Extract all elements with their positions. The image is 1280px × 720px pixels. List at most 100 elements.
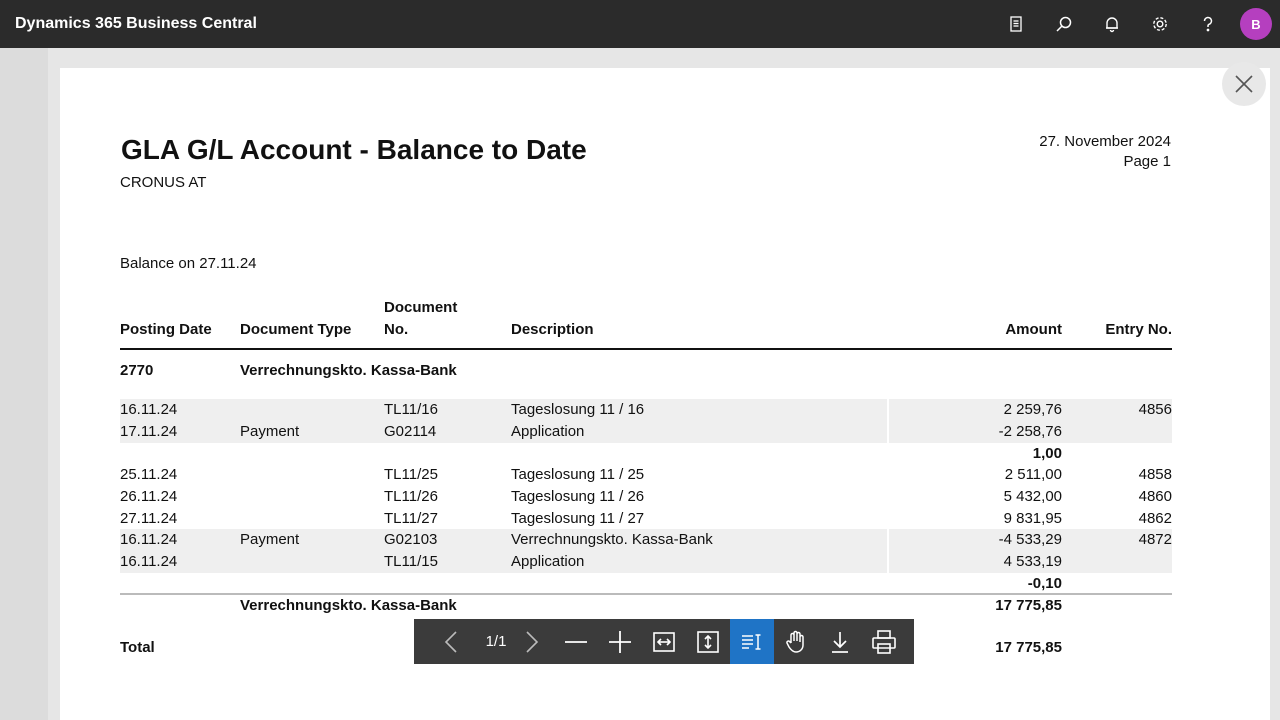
entry-no: 4862 bbox=[1138, 510, 1172, 527]
header-entry-no: Entry No. bbox=[1105, 321, 1172, 338]
row-divider bbox=[887, 529, 889, 551]
table-row: 16.11.24 TL11/15 Application 4 533,19 bbox=[120, 551, 1172, 573]
search-icon[interactable] bbox=[1040, 0, 1088, 48]
document-no: G02103 bbox=[384, 531, 438, 548]
account-total-amount: 17 775,85 bbox=[995, 597, 1062, 614]
entry-no: 4860 bbox=[1138, 488, 1172, 505]
app-title[interactable]: Dynamics 365 Business Central bbox=[15, 15, 257, 33]
document-no: G02114 bbox=[384, 423, 437, 440]
entry-no: 4858 bbox=[1138, 466, 1172, 483]
hand-tool-button[interactable] bbox=[774, 619, 818, 664]
header-divider bbox=[120, 348, 1172, 350]
description: Tageslosung 11 / 16 bbox=[511, 401, 645, 418]
table-row: 17.11.24 Payment G02114 Application -2 2… bbox=[120, 421, 1172, 443]
page-number: Page 1 bbox=[1123, 153, 1171, 170]
description: Verrechnungskto. Kassa-Bank bbox=[511, 531, 713, 548]
subtotal-amount: 1,00 bbox=[1032, 445, 1062, 462]
amount: 5 432,00 bbox=[1003, 488, 1062, 505]
previous-page-button[interactable] bbox=[428, 619, 476, 664]
bell-icon[interactable] bbox=[1088, 0, 1136, 48]
account-total-row: Verrechnungskto. Kassa-Bank 17 775,85 bbox=[120, 595, 1172, 617]
fit-page-button[interactable] bbox=[686, 619, 730, 664]
document-no: TL11/26 bbox=[384, 488, 438, 505]
document-no: TL11/16 bbox=[384, 401, 438, 418]
zoom-out-button[interactable] bbox=[554, 619, 598, 664]
posting-date: 25.11.24 bbox=[120, 466, 178, 483]
posting-date: 17.11.24 bbox=[120, 423, 178, 440]
row-divider bbox=[887, 421, 889, 443]
description: Tageslosung 11 / 26 bbox=[511, 488, 645, 505]
table-row: 16.11.24 Payment G02103 Verrechnungskto.… bbox=[120, 529, 1172, 551]
total-amount: 17 775,85 bbox=[995, 639, 1062, 656]
header-document-type: Document Type bbox=[240, 321, 352, 338]
posting-date: 27.11.24 bbox=[120, 510, 178, 527]
download-button[interactable] bbox=[818, 619, 862, 664]
pdf-toolbar: 1/1 bbox=[414, 619, 914, 664]
group-account-no: 2770 bbox=[120, 362, 154, 379]
document-no: TL11/25 bbox=[384, 466, 438, 483]
subtotal-row: 1,00 bbox=[120, 443, 1172, 465]
header-actions: B bbox=[992, 0, 1280, 48]
fit-width-button[interactable] bbox=[642, 619, 686, 664]
header-document-no-line2: No. bbox=[384, 321, 409, 338]
text-select-icon bbox=[742, 633, 761, 650]
chevron-right-icon bbox=[526, 630, 539, 653]
header-document-no: Document No. bbox=[384, 297, 457, 341]
fit-page-icon bbox=[697, 630, 719, 653]
amount: 2 259,76 bbox=[1003, 401, 1062, 418]
text-select-button[interactable] bbox=[730, 619, 774, 664]
document-no: TL11/27 bbox=[384, 510, 438, 527]
gear-icon[interactable] bbox=[1136, 0, 1184, 48]
amount: 4 533,19 bbox=[1003, 553, 1062, 570]
header-description: Description bbox=[511, 321, 594, 338]
header-document-no-line1: Document bbox=[384, 299, 458, 316]
document-no: TL11/15 bbox=[384, 553, 438, 570]
hand-icon bbox=[786, 630, 804, 653]
plus-icon bbox=[609, 630, 631, 653]
print-button[interactable] bbox=[862, 619, 906, 664]
document-type: Payment bbox=[240, 423, 300, 440]
company-name: CRONUS AT bbox=[120, 174, 207, 191]
amount: 9 831,95 bbox=[1003, 510, 1062, 527]
description: Application bbox=[511, 553, 585, 570]
total-label: Total bbox=[120, 639, 155, 656]
description: Application bbox=[511, 423, 585, 440]
report-icon[interactable] bbox=[992, 0, 1040, 48]
help-icon[interactable] bbox=[1184, 0, 1232, 48]
table-row: 25.11.24 TL11/25 Tageslosung 11 / 25 2 5… bbox=[120, 464, 1172, 486]
print-icon bbox=[872, 629, 896, 654]
document-type: Payment bbox=[240, 531, 300, 548]
row-divider bbox=[887, 551, 889, 573]
entry-no: 4872 bbox=[1138, 531, 1172, 548]
subtotal-row: -0,10 bbox=[120, 573, 1172, 595]
close-button[interactable] bbox=[1222, 62, 1266, 106]
row-divider bbox=[887, 399, 889, 421]
user-avatar[interactable]: B bbox=[1240, 8, 1272, 40]
chevron-left-icon bbox=[444, 630, 457, 653]
minus-icon bbox=[565, 640, 587, 643]
table-row: 16.11.24 TL11/16 Tageslosung 11 / 16 2 2… bbox=[120, 399, 1172, 421]
close-icon bbox=[1235, 75, 1253, 93]
posting-date: 16.11.24 bbox=[120, 401, 178, 418]
app-header: Dynamics 365 Business Central B bbox=[0, 0, 1280, 48]
report-title: GLA G/L Account - Balance to Date bbox=[121, 134, 587, 165]
posting-date: 26.11.24 bbox=[120, 488, 178, 505]
description: Tageslosung 11 / 25 bbox=[511, 466, 645, 483]
account-total-label: Verrechnungskto. Kassa-Bank bbox=[240, 597, 457, 614]
description: Tageslosung 11 / 27 bbox=[511, 510, 645, 527]
subtotal-amount: -0,10 bbox=[1027, 575, 1062, 592]
amount: -2 258,76 bbox=[998, 423, 1062, 440]
amount: 2 511,00 bbox=[1004, 466, 1062, 483]
group-account-name: Verrechnungskto. Kassa-Bank bbox=[240, 362, 457, 379]
fit-width-icon bbox=[653, 631, 675, 652]
report-date: 27. November 2024 bbox=[1039, 133, 1171, 150]
download-icon bbox=[832, 631, 848, 653]
posting-date: 16.11.24 bbox=[120, 553, 178, 570]
left-panel bbox=[0, 48, 48, 720]
next-page-button[interactable] bbox=[516, 619, 546, 664]
zoom-in-button[interactable] bbox=[598, 619, 642, 664]
amount: -4 533,29 bbox=[998, 531, 1062, 548]
posting-date: 16.11.24 bbox=[120, 531, 178, 548]
table-row: 26.11.24 TL11/26 Tageslosung 11 / 26 5 4… bbox=[120, 486, 1172, 508]
page-indicator: 1/1 bbox=[485, 633, 507, 650]
